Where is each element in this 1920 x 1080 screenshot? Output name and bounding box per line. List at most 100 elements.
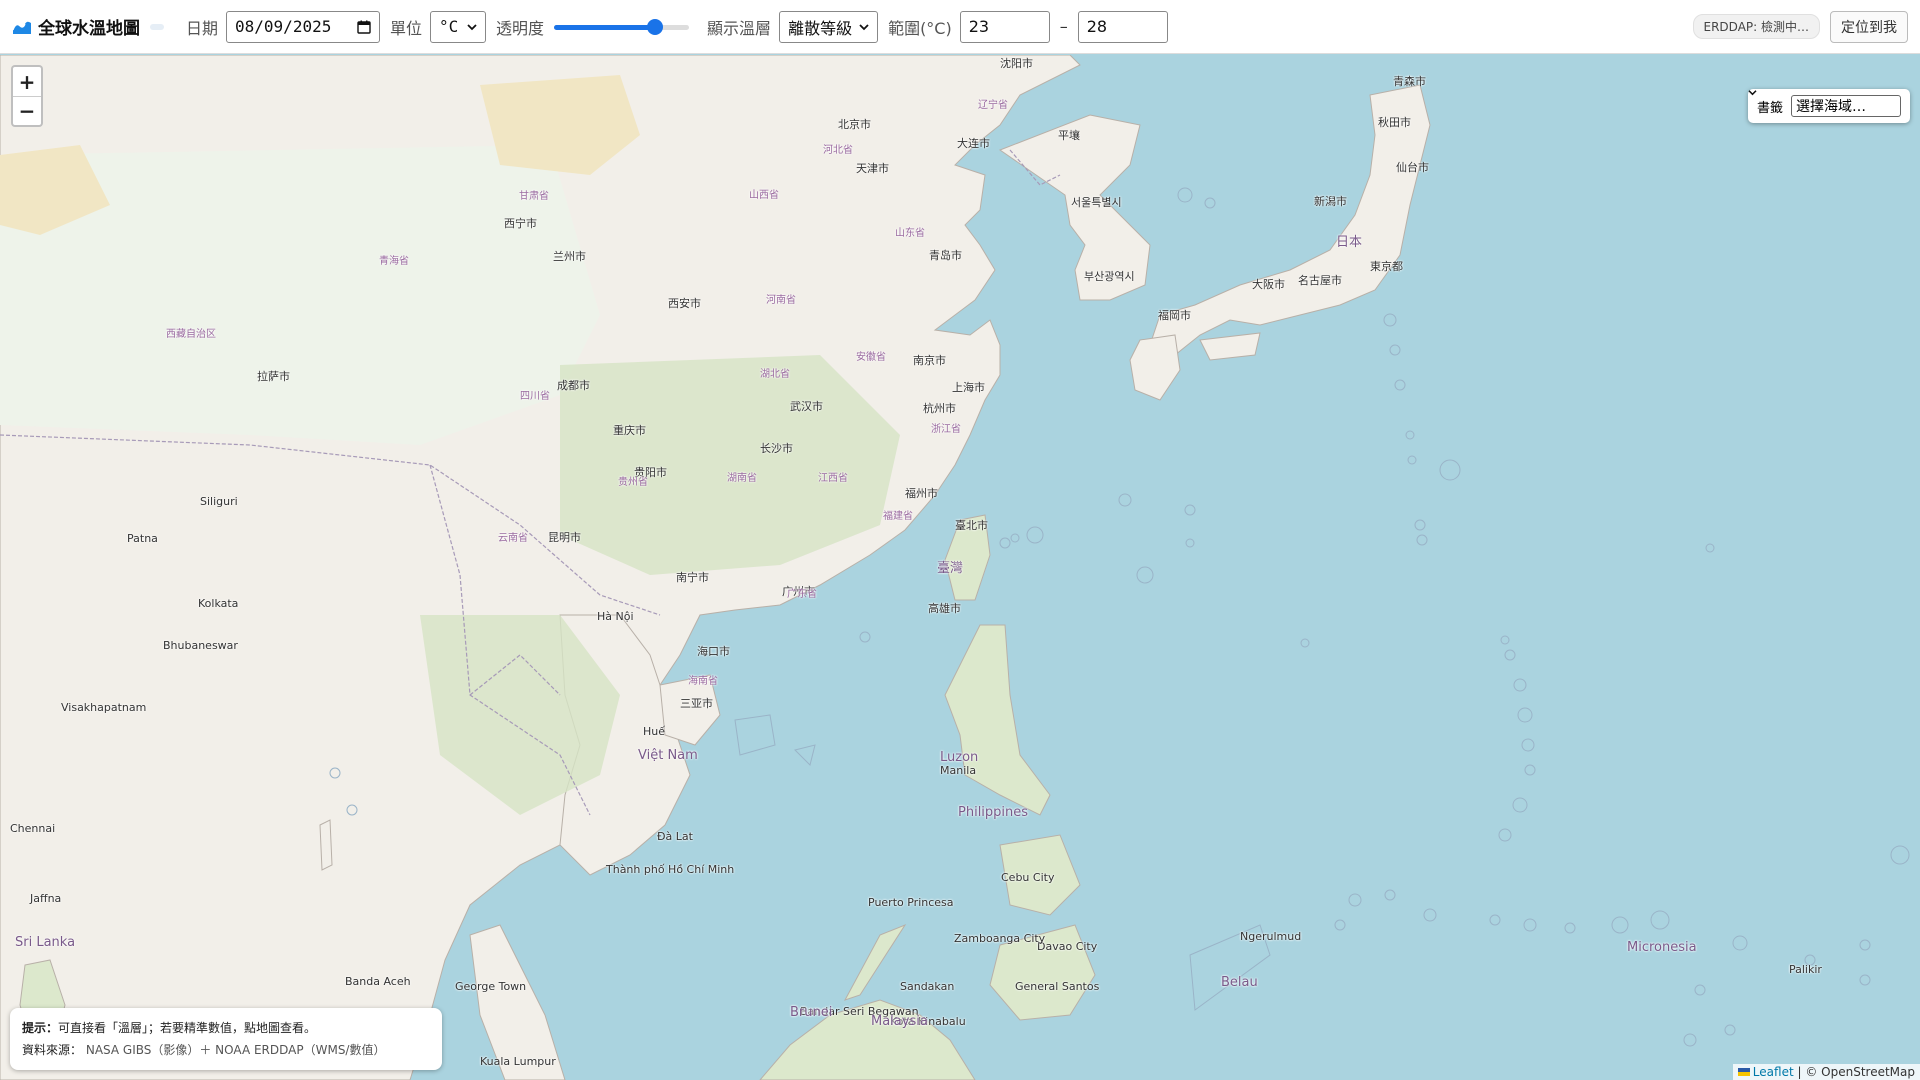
- leaflet-link[interactable]: Leaflet: [1753, 1065, 1794, 1079]
- kyushu: [1129, 334, 1181, 401]
- city-label: 福岡市: [1158, 309, 1191, 322]
- country-label: Brunei: [790, 1005, 833, 1020]
- city-label: 沈阳市: [1000, 57, 1033, 70]
- unit-value: °C: [439, 17, 459, 36]
- layer-select[interactable]: 離散等級: [779, 10, 879, 43]
- city-label: 海口市: [697, 645, 730, 658]
- city-label: George Town: [455, 980, 527, 993]
- city-label: 서울특별시: [1071, 196, 1122, 209]
- erddap-status-badge: ERDDAP: 檢測中…: [1692, 14, 1820, 39]
- date-value: 08/09/2025: [235, 17, 332, 36]
- city-label: 拉萨市: [257, 370, 290, 383]
- osm-attribution: | © OpenStreetMap: [1797, 1065, 1915, 1079]
- zoom-out-button[interactable]: −: [13, 96, 41, 125]
- province-label: 江西省: [818, 473, 848, 484]
- province-label: 湖北省: [760, 369, 790, 380]
- date-input[interactable]: 08/09/2025: [226, 10, 381, 43]
- bookmark-select[interactable]: 選擇海域…: [1748, 90, 1901, 117]
- province-label: 湖南省: [727, 473, 757, 484]
- unit-select[interactable]: °C: [430, 10, 487, 43]
- country-label: Việt Nam: [638, 748, 698, 763]
- city-label: 北京市: [838, 118, 871, 131]
- country-label: Belau: [1221, 975, 1258, 990]
- city-label: 臺北市: [955, 519, 988, 532]
- province-label: 云南省: [498, 533, 528, 544]
- hint-title: 提示：: [22, 1021, 59, 1035]
- source-label: 資料來源：: [22, 1043, 83, 1057]
- map-canvas[interactable]: 北京市 天津市 上海市 南京市 杭州市 武汉市 长沙市 重庆市 成都市 西安市 兰州市 西宁市 拉萨市昆…: [0, 55, 1920, 1080]
- andaman-islands: [319, 819, 333, 871]
- layer-value: 離散等級: [788, 18, 853, 38]
- opacity-label: 透明度: [496, 18, 545, 38]
- source-line: 資料來源： NASA GIBS（影像）＋ NOAA ERDDAP（WMS/數值）: [22, 1039, 430, 1061]
- range-min-input[interactable]: 23: [959, 10, 1050, 43]
- city-label: 福州市: [905, 487, 938, 500]
- date-label: 日期: [186, 18, 219, 38]
- city-label: 杭州市: [923, 402, 956, 415]
- province-label: 广东省: [787, 589, 817, 600]
- country-label: Luzon: [940, 750, 979, 765]
- province-label: 西藏自治区: [166, 329, 216, 340]
- province-label: 山西省: [749, 190, 779, 201]
- wave-icon: [12, 21, 31, 34]
- zoom-in-button[interactable]: +: [13, 67, 41, 96]
- map-attribution: Leaflet | © OpenStreetMap: [1732, 1064, 1920, 1080]
- city-label: 昆明市: [548, 531, 581, 544]
- city-label: 高雄市: [928, 602, 961, 615]
- app-title: 全球水溫地圖: [12, 14, 140, 39]
- app-title-text: 全球水溫地圖: [38, 19, 140, 39]
- province-label: 甘肃省: [519, 191, 549, 202]
- top-toolbar: 全球水溫地圖 日期 08/09/2025 單位 °C 透明度 顯示溫層 離散等級…: [0, 0, 1920, 54]
- city-label: 南京市: [913, 354, 946, 367]
- city-label: 天津市: [856, 162, 889, 175]
- city-label: 新潟市: [1314, 195, 1347, 208]
- province-label: 河北省: [823, 145, 853, 156]
- range-max-input[interactable]: 28: [1077, 10, 1168, 43]
- locate-me-button[interactable]: 定位到我: [1830, 10, 1908, 43]
- city-label: 東京都: [1370, 260, 1403, 273]
- city-label: Davao City: [1037, 940, 1098, 953]
- city-label: 兰州市: [553, 250, 586, 263]
- layer-label: 顯示溫層: [707, 18, 772, 38]
- city-label: Zamboanga City: [954, 932, 1046, 945]
- chevron-down-icon: [859, 23, 869, 30]
- city-label: 青岛市: [929, 249, 962, 262]
- range-max-value: 28: [1086, 17, 1108, 36]
- province-label: 海南省: [688, 676, 718, 687]
- hint-panel: 提示：可直接看「溫層」；若要精準數值，點地圖查看。 資料來源： NASA GIB…: [10, 1008, 442, 1070]
- opacity-slider-thumb[interactable]: [646, 18, 663, 35]
- city-label: Manila: [940, 764, 977, 777]
- country-label: Philippines: [958, 805, 1029, 820]
- city-label: General Santos: [1015, 980, 1100, 993]
- unit-label: 單位: [390, 18, 423, 38]
- city-label: Patna: [127, 532, 158, 545]
- shikoku: [1199, 332, 1261, 361]
- city-label: 大阪市: [1252, 278, 1285, 291]
- chevron-down-icon: [1748, 90, 1757, 96]
- city-label: Cebu City: [1001, 871, 1055, 884]
- city-label: Banda Aceh: [345, 975, 411, 988]
- city-label: Sandakan: [900, 980, 955, 993]
- calendar-icon[interactable]: [357, 20, 371, 34]
- city-label: 青森市: [1393, 75, 1426, 88]
- loading-indicator: [150, 23, 164, 30]
- city-label: Kuala Lumpur: [480, 1055, 556, 1068]
- range-min-value: 23: [968, 17, 990, 36]
- city-label: 名古屋市: [1298, 274, 1342, 287]
- ukraine-flag-icon: [1737, 1068, 1750, 1076]
- opacity-slider[interactable]: [554, 18, 690, 35]
- city-label: Puerto Princesa: [868, 896, 954, 909]
- chevron-down-icon: [467, 23, 477, 30]
- range-label: 範圍(°C): [888, 18, 952, 38]
- country-label: Micronesia: [1627, 940, 1697, 955]
- source-text: NASA GIBS（影像）＋ NOAA ERDDAP（WMS/數值）: [85, 1043, 386, 1057]
- city-label: 大连市: [957, 137, 990, 150]
- zoom-control: + −: [11, 65, 43, 127]
- province-label: 浙江省: [931, 424, 961, 435]
- city-label: Thành phố Hồ Chí Minh: [606, 863, 735, 876]
- opacity-slider-fill: [554, 24, 655, 30]
- city-label: 仙台市: [1396, 161, 1429, 174]
- country-label: 日本: [1336, 235, 1363, 250]
- province-label: 辽宁省: [978, 100, 1008, 111]
- city-label: 秋田市: [1378, 116, 1411, 129]
